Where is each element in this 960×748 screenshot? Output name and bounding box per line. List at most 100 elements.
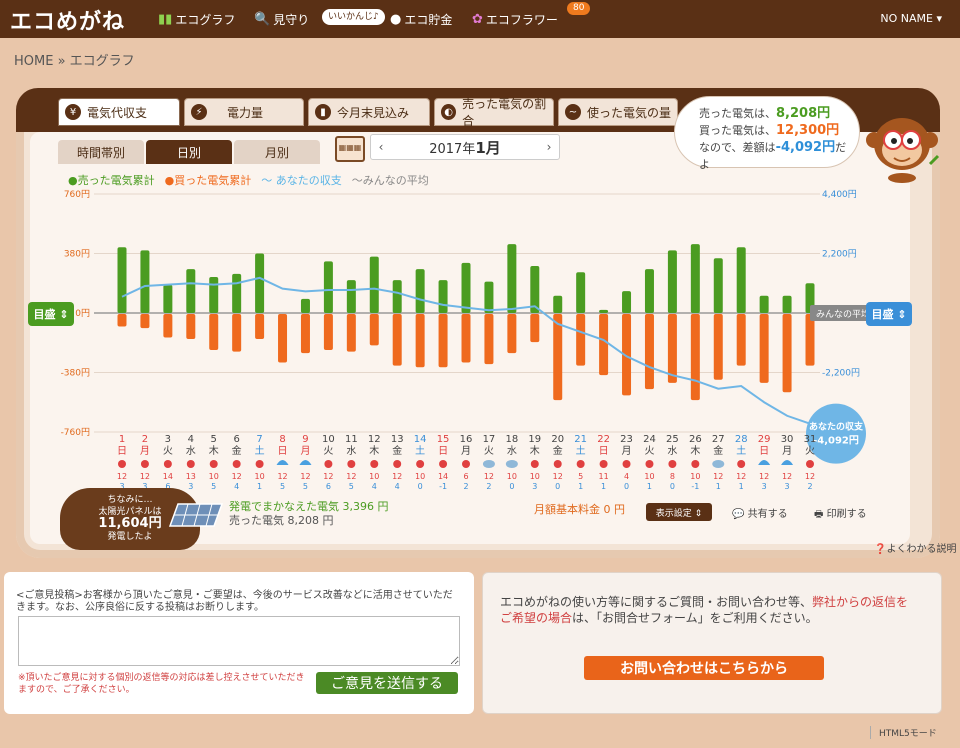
right-axis-tick: 2,200円 [822, 249, 857, 260]
month-selector: ‹ 2017年1月 › [370, 134, 560, 160]
tab-electricity-balance[interactable]: ¥ 電気代収支 [58, 98, 180, 126]
weekday-label: 土 [576, 444, 586, 457]
sun-icon [576, 460, 585, 468]
contact-button[interactable]: お問い合わせはこちらから [584, 656, 824, 680]
question-icon: ❓ [874, 544, 887, 555]
tab-power-amount[interactable]: ⚡ 電力量 [184, 98, 304, 126]
bought-bar [438, 314, 448, 368]
bought-bar [209, 314, 219, 351]
weekday-label: 日 [599, 446, 609, 457]
low-temp: 0 [555, 482, 560, 491]
high-temp: 12 [277, 472, 287, 481]
logo[interactable]: エコめがね [10, 4, 125, 36]
subtab-daily[interactable]: 日別 [146, 140, 232, 164]
weekday-label: 月 [622, 445, 632, 457]
umbrella-icon [758, 460, 771, 465]
high-temp: 5 [578, 472, 583, 481]
bought-bar [805, 314, 815, 366]
subtab-hourly[interactable]: 時間帯別 [58, 140, 144, 164]
day-label: 29 [758, 434, 771, 445]
summary-sold-label: 売った電気は、 [699, 107, 776, 120]
day-label: 27 [712, 434, 725, 445]
low-temp: 2 [463, 482, 468, 491]
nav-ecograph[interactable]: ▮▮ エコグラフ [158, 11, 235, 28]
weekday-label: 火 [163, 445, 173, 457]
daily-balance-chart: 760円 380円 0円 -380円 -760円 4,400円 2,200円 -2,200円み… [61, 189, 890, 491]
sold-bar [300, 298, 310, 313]
user-menu[interactable]: NO NAME ▾ [880, 12, 942, 25]
weekday-label: 土 [255, 444, 265, 457]
low-temp: 5 [349, 482, 354, 491]
day-label: 19 [528, 434, 541, 445]
day-label: 8 [279, 434, 285, 445]
breadcrumb[interactable]: HOME » エコグラフ [14, 50, 135, 69]
contact-text-2: は、「お問合せフォーム」をご利用ください。 [572, 611, 818, 625]
high-temp: 11 [599, 472, 609, 481]
subtab-monthly[interactable]: 月別 [234, 140, 320, 164]
high-temp: 14 [438, 472, 448, 481]
summary-diff-label: なので、差額は [699, 141, 776, 154]
wave-icon: ~ [565, 104, 581, 120]
solar-info-line3: 発電したよ [107, 532, 153, 542]
high-temp: 12 [323, 472, 333, 481]
nav-mimamori[interactable]: 🔍 見守り [254, 11, 309, 28]
feedback-input[interactable] [18, 616, 460, 666]
sun-icon [737, 460, 746, 468]
help-link[interactable]: ❓よくわかる説明 [874, 540, 956, 555]
nav-mimamori-label: 見守り [273, 13, 310, 27]
day-label: 17 [483, 434, 496, 445]
sold-bar [713, 258, 723, 313]
left-scale-button[interactable]: 目盛 ⇕ [28, 302, 74, 326]
bought-bar [782, 314, 792, 393]
calendar-icon[interactable]: ▦▦▦ [335, 136, 365, 162]
sun-icon [347, 460, 356, 468]
day-label: 30 [781, 434, 794, 445]
high-temp: 10 [690, 472, 700, 481]
summary-diff-value: -4,092円 [775, 140, 836, 155]
high-temp: 12 [713, 472, 723, 481]
html5-mode-link[interactable]: HTML5モード [870, 726, 937, 739]
nav-eco-flower[interactable]: ✿ エコフラワー [472, 11, 558, 28]
tab-used-amount[interactable]: ~ 使った電気の量 [558, 98, 678, 126]
tab-sold-ratio[interactable]: ◐ 売った電気の割合 [434, 97, 554, 128]
sold-bar [736, 247, 746, 313]
share-button[interactable]: 💬 共有する [732, 505, 788, 520]
sun-icon [553, 460, 562, 468]
day-label: 31 [804, 434, 817, 445]
sold-bar [782, 295, 792, 313]
summary-bought-label: 買った電気は、 [699, 124, 776, 137]
right-scale-button[interactable]: 目盛 ⇕ [866, 302, 912, 326]
weekday-label: 水 [507, 445, 517, 457]
sold-bar [140, 250, 150, 313]
feedback-send-button[interactable]: ご意見を送信する [316, 672, 458, 694]
generation-covered: 発電でまかなえた電気 3,396 円 [229, 500, 389, 513]
prev-month-button[interactable]: ‹ [371, 140, 391, 154]
weekday-label: 木 [530, 445, 540, 457]
nav-eco-savings[interactable]: ● エコ貯金 [390, 11, 452, 28]
generation-summary: 発電でまかなえた電気 3,396 円 売った電気 8,208 円 [229, 500, 388, 528]
high-temp: 8 [670, 472, 675, 481]
high-temp: 12 [782, 472, 792, 481]
low-temp: 0 [418, 482, 423, 491]
weekday-label: 月 [782, 445, 792, 457]
low-temp: 0 [509, 482, 514, 491]
low-temp: 5 [211, 482, 216, 491]
nav-eco-flower-label: エコフラワー [485, 13, 558, 27]
display-settings-button[interactable]: 表示設定 ⇕ [646, 503, 712, 521]
tab-month-end-forecast[interactable]: ▮ 今月末見込み [308, 98, 430, 126]
bought-bar [232, 314, 242, 352]
sun-icon [691, 460, 700, 468]
summary-bubble: 売った電気は、8,208円 買った電気は、12,300円 なので、差額は-4,0… [674, 96, 860, 171]
weekday-label: 金 [392, 444, 402, 457]
share-label: 共有する [747, 509, 788, 520]
bought-bar [530, 314, 540, 343]
top-bar: エコめがね ▮▮ エコグラフ 🔍 見守り いいかんじ♪ ● エコ貯金 ✿ エコフ… [0, 0, 960, 38]
day-label: 25 [666, 434, 679, 445]
weekday-label: 日 [117, 446, 127, 457]
sold-bar [438, 280, 448, 313]
next-month-button[interactable]: › [539, 140, 559, 154]
umbrella-icon [276, 460, 289, 465]
sold-bar [644, 269, 654, 313]
high-temp: 10 [507, 472, 517, 481]
print-button[interactable]: 🖶 印刷する [814, 505, 867, 524]
